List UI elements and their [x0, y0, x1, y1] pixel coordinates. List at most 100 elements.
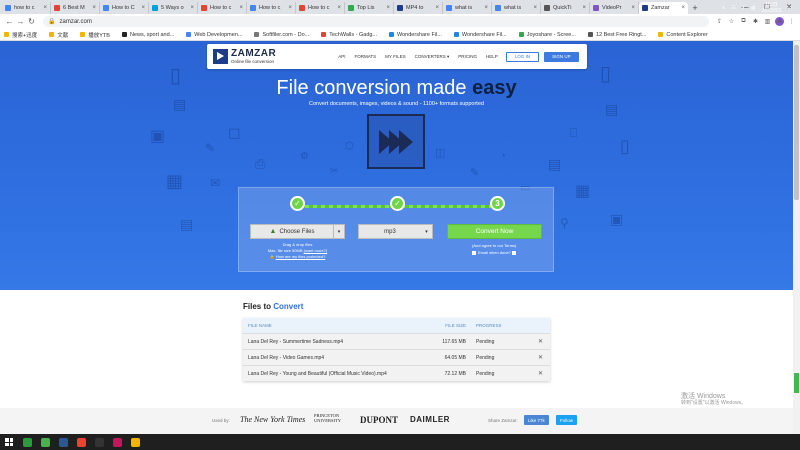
browser-tab[interactable]: Top Lis ×: [345, 2, 394, 14]
bookmark-icon: [121, 32, 127, 37]
extension-icon[interactable]: ⧉: [739, 17, 748, 26]
tab-label: MP4 to: [406, 5, 424, 11]
bookmark-item[interactable]: Web Developmen...: [186, 32, 242, 38]
email-checkbox[interactable]: [472, 251, 476, 256]
browser-tab[interactable]: what is ×: [443, 2, 492, 14]
browser-tab[interactable]: 6 Best M ×: [51, 2, 100, 14]
princeton-logo: PRINCETON UNIVERSITY: [314, 413, 341, 424]
taskbar-app-icon[interactable]: [18, 434, 36, 450]
format-select[interactable]: mp3 ▾: [358, 224, 433, 239]
browser-tab[interactable]: How to c ×: [198, 2, 247, 14]
tab-close-icon[interactable]: ×: [141, 5, 145, 11]
browser-tab[interactable]: 5 Ways o ×: [149, 2, 198, 14]
zamzar-logo[interactable]: ZAMZAR Online file conversion: [213, 48, 276, 65]
bookmark-item[interactable]: News, sport and...: [121, 32, 174, 38]
back-icon[interactable]: ←: [4, 16, 15, 27]
tab-close-icon[interactable]: ×: [92, 5, 96, 11]
tab-label: How to c: [308, 5, 330, 11]
volume-icon[interactable]: ◖: [742, 5, 745, 11]
clock[interactable]: 15:31 2022/8/3: [762, 2, 781, 14]
remove-file-icon[interactable]: ✕: [531, 370, 550, 377]
tab-close-icon[interactable]: ×: [582, 5, 586, 11]
email-checkbox-alt[interactable]: [512, 251, 517, 256]
tab-close-icon[interactable]: ×: [288, 5, 292, 11]
browser-tab[interactable]: MP4 to ×: [394, 2, 443, 14]
signup-button[interactable]: SIGN UP: [544, 51, 579, 62]
taskbar-app-icon[interactable]: [36, 434, 54, 450]
taskbar-app-icon[interactable]: [126, 434, 144, 450]
nav-formats[interactable]: FORMATS: [354, 54, 376, 60]
reload-icon[interactable]: ↻: [26, 16, 37, 27]
notification-icon[interactable]: ▭: [787, 5, 792, 11]
taskbar-app-icon[interactable]: [54, 434, 72, 450]
nav-help[interactable]: HELP: [486, 54, 498, 60]
choose-files-button[interactable]: ▲ Choose Files ▾: [250, 224, 345, 239]
browser-tab[interactable]: what is ×: [492, 2, 541, 14]
bookmark-item[interactable]: Content Explorer: [658, 32, 708, 38]
chevron-up-icon[interactable]: ∧: [722, 5, 726, 11]
page-scrollbar[interactable]: [793, 41, 800, 434]
nav-api[interactable]: API: [338, 54, 345, 60]
browser-tab[interactable]: Zamzar ×: [639, 2, 688, 14]
browser-tab[interactable]: how to c ×: [2, 2, 51, 14]
tab-close-icon[interactable]: ×: [337, 5, 341, 11]
ime-icon[interactable]: 英: [751, 5, 756, 12]
tab-label: what is: [455, 5, 473, 11]
browser-tab[interactable]: How to c ×: [296, 2, 345, 14]
tab-close-icon[interactable]: ×: [190, 5, 194, 11]
profile-avatar[interactable]: A: [775, 17, 784, 26]
url-input[interactable]: 🔒 zamzar.com: [43, 16, 709, 27]
browser-tab[interactable]: How to c ×: [247, 2, 296, 14]
new-tab-button[interactable]: +: [688, 2, 702, 14]
bookmark-item[interactable]: TechWalls - Gadg...: [321, 32, 377, 38]
hero-subline: Convert documents, images, videos & soun…: [309, 101, 484, 107]
nav-pricing[interactable]: PRICING: [458, 54, 477, 60]
star-icon[interactable]: ☆: [727, 17, 736, 26]
doodle-icon: ▦: [166, 171, 184, 191]
tab-close-icon[interactable]: ×: [484, 5, 488, 11]
start-button[interactable]: [0, 434, 18, 450]
login-button[interactable]: LOG IN: [505, 51, 540, 62]
bookmark-item[interactable]: 12 Best Free Ringt...: [587, 32, 646, 38]
browser-tab[interactable]: How to C ×: [100, 2, 149, 14]
bookmark-item[interactable]: 文献: [49, 31, 68, 39]
tab-close-icon[interactable]: ×: [239, 5, 243, 11]
facebook-like-button[interactable]: Like 77k: [524, 415, 549, 425]
bookmark-item[interactable]: 播放YTB: [80, 31, 110, 39]
bookmark-item[interactable]: 搜索+迅度: [4, 31, 37, 39]
menu-icon[interactable]: ⋮: [787, 17, 796, 26]
want-more-link[interactable]: (want more?): [304, 248, 328, 253]
taskbar-app-icon[interactable]: [108, 434, 126, 450]
scrollbar-thumb[interactable]: [794, 45, 799, 200]
bookmark-item[interactable]: Wondershare Fil...: [389, 32, 442, 38]
tab-close-icon[interactable]: ×: [631, 5, 635, 11]
tab-close-icon[interactable]: ×: [43, 5, 47, 11]
tab-close-icon[interactable]: ×: [386, 5, 390, 11]
terms-text[interactable]: (And agree to our Terms): [472, 242, 518, 249]
remove-file-icon[interactable]: ✕: [531, 338, 550, 345]
share-icon[interactable]: ⇪: [715, 17, 724, 26]
remove-file-icon[interactable]: ✕: [531, 354, 550, 361]
tab-close-icon[interactable]: ×: [435, 5, 439, 11]
network-icon[interactable]: ☷: [731, 5, 735, 11]
puzzle-icon[interactable]: ✱: [751, 17, 760, 26]
twitter-follow-button[interactable]: Follow: [556, 415, 578, 425]
chevron-down-icon[interactable]: ▾: [333, 225, 344, 238]
nav-converters[interactable]: CONVERTERS ▾: [415, 54, 450, 60]
forward-icon[interactable]: →: [15, 16, 26, 27]
browser-tab[interactable]: QuickTi ×: [541, 2, 590, 14]
bookmark-item[interactable]: Softfiler.com - Do...: [254, 32, 309, 38]
daimler-logo: DAIMLER: [410, 415, 450, 424]
convert-now-button[interactable]: Convert Now: [447, 224, 542, 239]
sidebar-icon[interactable]: ▥: [763, 17, 772, 26]
bookmark-item[interactable]: Wondershare Fil...: [453, 32, 507, 38]
taskbar-app-icon[interactable]: [90, 434, 108, 450]
browser-tab[interactable]: VideoPr ×: [590, 2, 639, 14]
tab-close-icon[interactable]: ×: [681, 5, 685, 11]
tab-close-icon[interactable]: ×: [533, 5, 537, 11]
bookmark-item[interactable]: Joyoshare - Scree...: [518, 32, 576, 38]
bookmarks-bar: 搜索+迅度 文献 播放YTB News, sport and... Web Develo…: [0, 29, 800, 41]
nav-my-files[interactable]: MY FILES: [385, 54, 405, 60]
files-protected-link[interactable]: How are my files protected?: [276, 254, 326, 259]
taskbar-app-icon[interactable]: [72, 434, 90, 450]
